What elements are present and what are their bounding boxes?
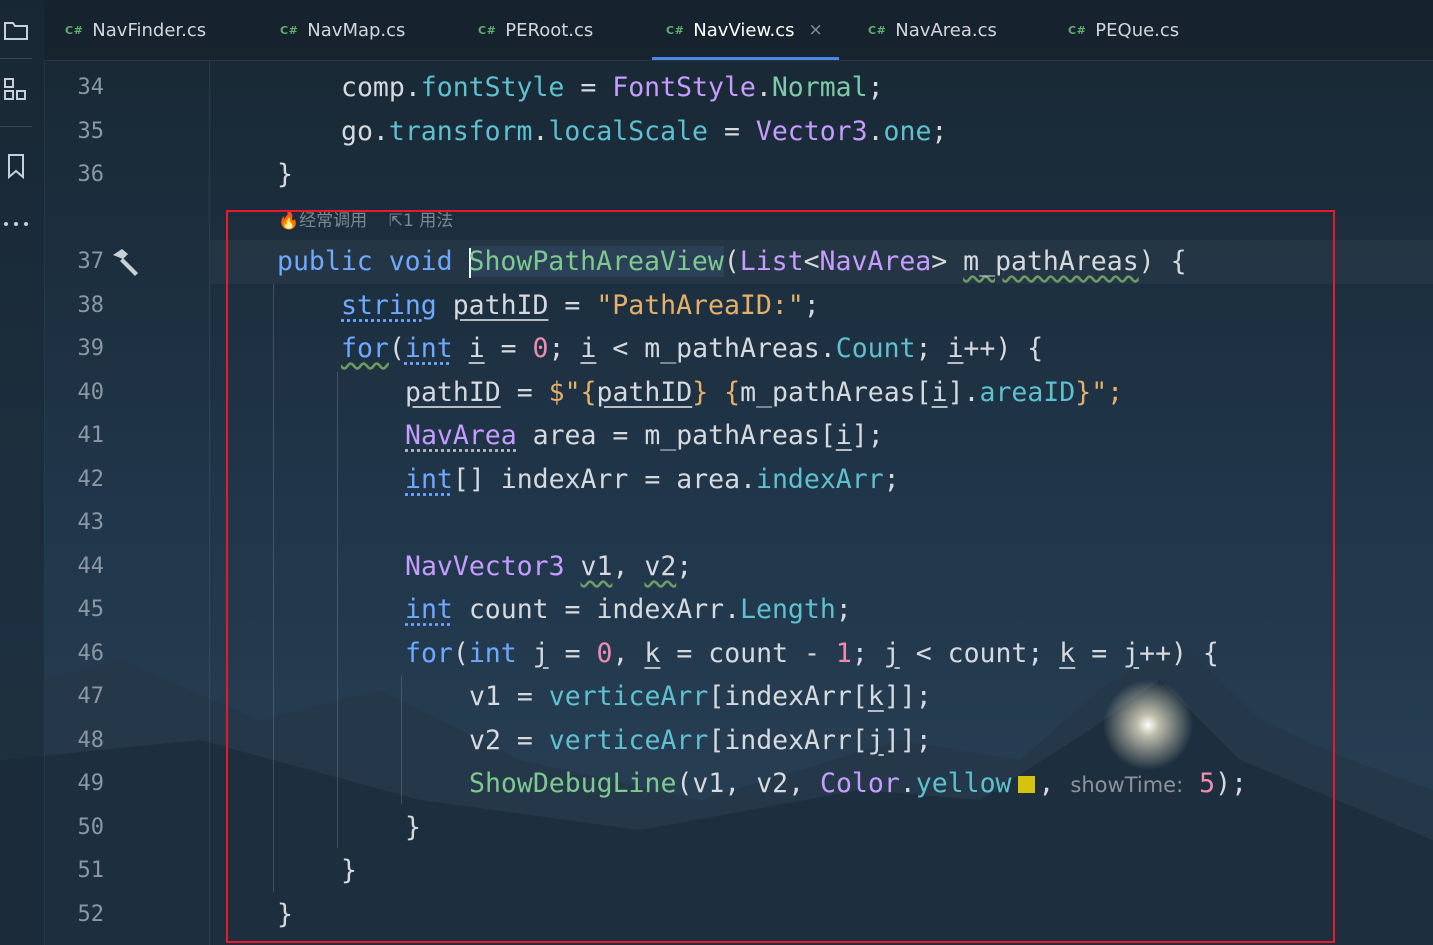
code-line-42: int[] indexArr = area.indexArr;: [405, 464, 900, 495]
line-number: 38: [77, 293, 105, 318]
editor-tab-bar: C# NavFinder.cs C# NavMap.cs C# PERoot.cs C…: [44, 0, 1433, 61]
indent-guide: [273, 284, 274, 892]
line-number: 51: [77, 858, 105, 883]
tab-label: PEQue.cs: [1095, 19, 1180, 41]
line-number: 45: [77, 597, 105, 622]
code-vision-hints[interactable]: 🔥经常调用 ⇱1 用法: [278, 206, 453, 231]
parameter-name-hint: showTime:: [1070, 773, 1184, 797]
flame-icon: 🔥: [278, 211, 300, 231]
code-line-40: pathID = $"{pathID} {m_pathAreas[i].area…: [405, 377, 1124, 408]
line-number: 46: [77, 641, 105, 666]
code-line-36: }: [277, 159, 293, 190]
tab-label: NavFinder.cs: [92, 19, 207, 41]
usage-frequency-hint: 经常调用: [299, 211, 368, 231]
csharp-file-icon: C#: [280, 23, 299, 37]
code-line-39: for(int i = 0; i < m_pathAreas.Count; i+…: [341, 333, 1044, 364]
activity-separator: [0, 58, 32, 59]
line-number: 52: [77, 902, 105, 927]
line-number: 48: [77, 728, 105, 753]
tab-navarea[interactable]: C# NavArea.cs: [868, 0, 997, 60]
code-line-50: }: [405, 812, 421, 843]
more-icon[interactable]: [0, 208, 32, 240]
code-line-34: comp.fontStyle = FontStyle.Normal;: [341, 72, 884, 103]
tab-navview[interactable]: C# NavView.cs ×: [652, 0, 839, 60]
csharp-file-icon: C#: [478, 23, 497, 37]
indent-guide: [337, 372, 338, 848]
tab-label: NavArea.cs: [895, 19, 997, 41]
csharp-file-icon: C#: [1068, 23, 1087, 37]
line-number: 35: [77, 119, 105, 144]
line-number: 36: [77, 162, 105, 187]
structure-icon[interactable]: [0, 74, 32, 106]
line-number: 34: [77, 75, 105, 100]
close-icon[interactable]: ×: [809, 20, 823, 40]
line-number: 42: [77, 467, 105, 492]
code-line-37[interactable]: public void ShowPathAreaView(List<NavAre…: [277, 246, 1187, 278]
tab-peque[interactable]: C# PEQue.cs: [1068, 0, 1179, 60]
tab-label: NavMap.cs: [307, 19, 406, 41]
csharp-file-icon: C#: [868, 23, 887, 37]
tab-navmap[interactable]: C# NavMap.cs: [280, 0, 405, 60]
code-line-47: v1 = verticeArr[indexArr[k]];: [469, 681, 932, 712]
line-number: 47: [77, 684, 105, 709]
activity-bar: [0, 0, 45, 945]
code-line-52: }: [277, 899, 293, 930]
bookmark-icon[interactable]: [0, 150, 32, 182]
color-swatch-yellow[interactable]: [1017, 776, 1035, 793]
usage-link-icon: ⇱: [388, 211, 404, 231]
code-line-51: }: [341, 855, 357, 886]
folder-icon[interactable]: [0, 14, 32, 46]
line-number: 43: [77, 510, 105, 535]
hammer-icon[interactable]: [108, 246, 142, 278]
indent-guide: [401, 676, 402, 804]
line-number: 40: [77, 380, 105, 405]
code-line-46: for(int j = 0, k = count - 1; j < count;…: [405, 638, 1219, 669]
gutter-separator: [209, 60, 210, 945]
line-number: 37: [77, 249, 105, 274]
method-name[interactable]: ShowPathAreaView: [468, 246, 724, 277]
code-line-45: int count = indexArr.Length;: [405, 594, 852, 625]
code-line-41: NavArea area = m_pathAreas[i];: [405, 420, 884, 451]
code-line-49: ShowDebugLine(v1, v2, Color.yellow, show…: [469, 768, 1248, 799]
code-line-38: string pathID = "PathAreaID:";: [341, 290, 820, 321]
code-line-44: NavVector3 v1, v2;: [405, 551, 693, 582]
line-number: 44: [77, 554, 105, 579]
csharp-file-icon: C#: [666, 23, 685, 37]
tab-peroot[interactable]: C# PERoot.cs: [478, 0, 593, 60]
line-number: 41: [77, 423, 105, 448]
line-number: 39: [77, 336, 105, 361]
tab-label: PERoot.cs: [505, 19, 594, 41]
code-line-35: go.transform.localScale = Vector3.one;: [341, 116, 948, 147]
usage-count-hint: 1 用法: [403, 211, 454, 231]
line-number: 49: [77, 771, 105, 796]
activity-separator: [0, 126, 32, 127]
csharp-file-icon: C#: [65, 23, 84, 37]
tab-label: NavView.cs: [693, 19, 795, 41]
code-line-48: v2 = verticeArr[indexArr[j]];: [469, 725, 932, 756]
tab-navfinder[interactable]: C# NavFinder.cs: [65, 0, 206, 60]
line-number: 50: [77, 815, 105, 840]
